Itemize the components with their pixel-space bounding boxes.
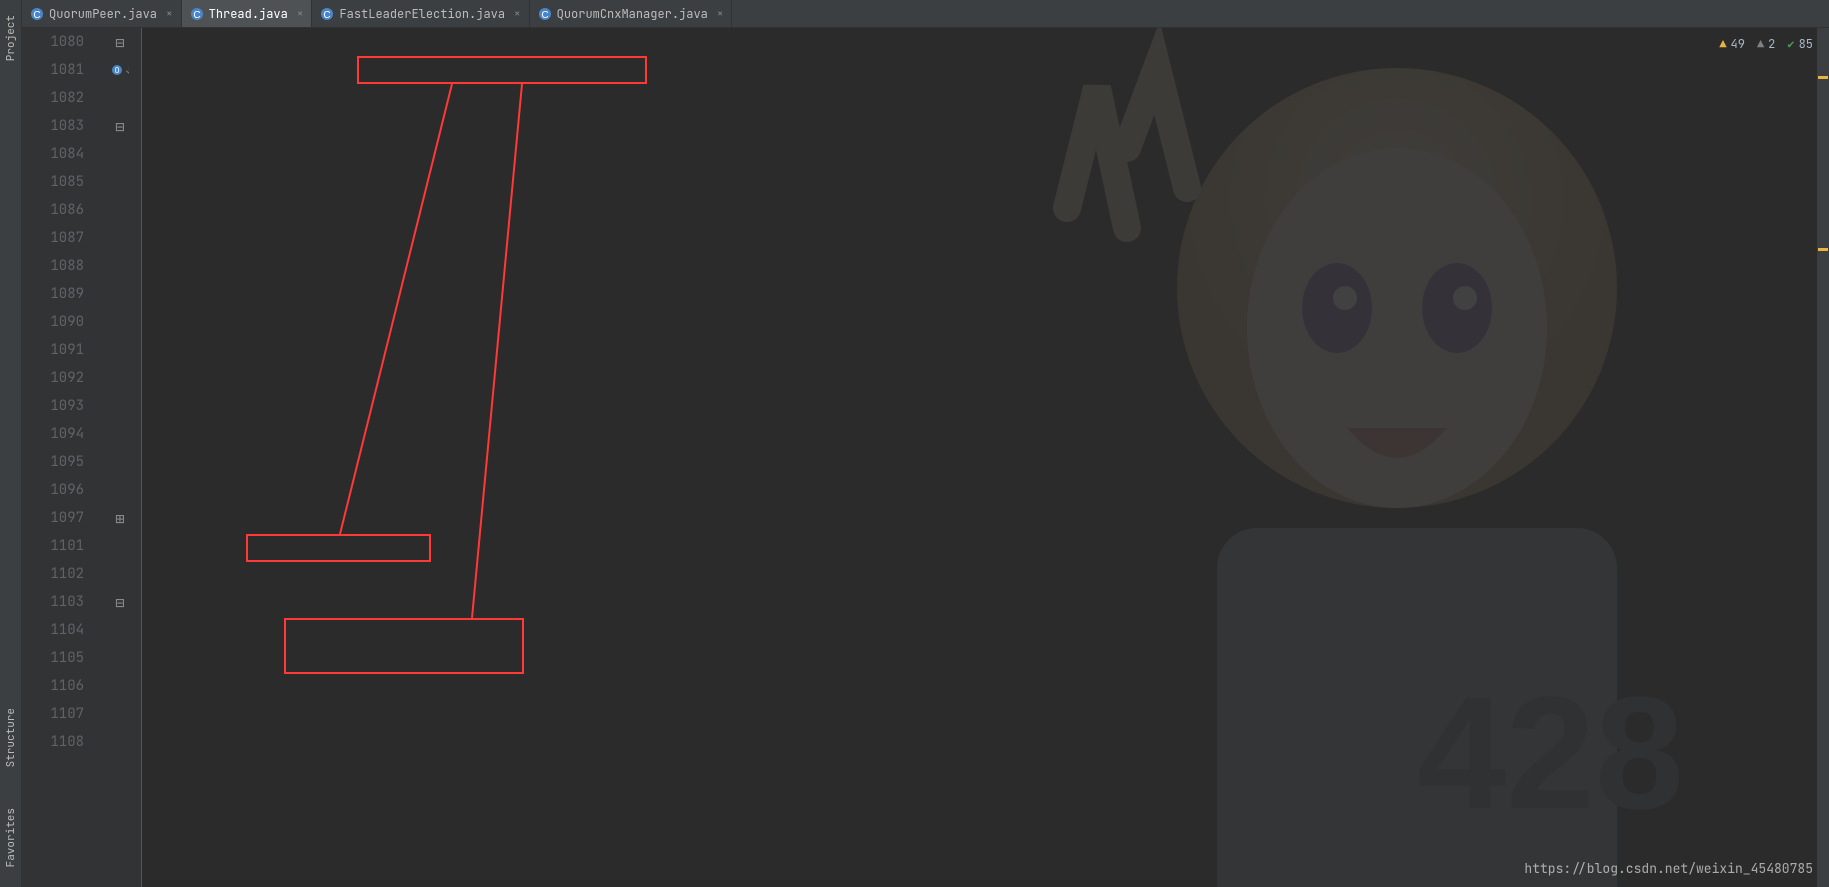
sidebar-tab-structure[interactable]: Structure — [2, 698, 20, 777]
line-number: 1083 — [22, 117, 92, 135]
override-icon[interactable]: O↓ — [100, 63, 140, 77]
close-icon[interactable]: × — [717, 7, 724, 21]
line-number: 1087 — [22, 229, 92, 247]
line-number: 1104 — [22, 621, 92, 639]
svg-text:428: 428 — [1417, 663, 1684, 842]
tab-quorumpeer[interactable]: C QuorumPeer.java × — [22, 0, 182, 27]
structure-label: Structure — [4, 708, 18, 767]
sidebar-tab-favorites[interactable]: Favorites — [2, 798, 20, 877]
line-number: 1088 — [22, 257, 92, 275]
tab-label: QuorumCnxManager.java — [557, 6, 708, 22]
svg-text:O: O — [115, 66, 120, 76]
line-number: 1095 — [22, 453, 92, 471]
svg-text:C: C — [193, 10, 200, 21]
line-number: 1085 — [22, 173, 92, 191]
tab-thread[interactable]: C Thread.java × — [182, 0, 313, 27]
weak-warning-count: ▲2 — [1757, 36, 1775, 52]
fold-plus-icon[interactable]: ⊞ — [100, 508, 140, 529]
svg-text:C: C — [33, 10, 40, 21]
tab-label: Thread.java — [209, 6, 288, 22]
tab-fastleaderelection[interactable]: C FastLeaderElection.java × — [312, 0, 529, 27]
line-number: 1105 — [22, 649, 92, 667]
scrollbar[interactable] — [1817, 28, 1829, 887]
class-icon: C — [190, 7, 204, 21]
inspection-status[interactable]: ▲49 ▲2 ✔85 — [1719, 36, 1813, 52]
tab-quorumcnxmanager[interactable]: C QuorumCnxManager.java × — [530, 0, 733, 27]
svg-text:C: C — [541, 10, 548, 21]
gutter: 1080⊟ 1081O↓ 1082 1083⊟ 1084 1085 1086 1… — [22, 28, 142, 887]
line-number: 1080 — [22, 33, 92, 51]
line-number: 1096 — [22, 481, 92, 499]
line-number: 1090 — [22, 313, 92, 331]
annotation-box — [246, 534, 431, 562]
background-image: 428 — [967, 28, 1817, 887]
fold-minus-icon[interactable]: ⊟ — [100, 592, 140, 613]
line-number: 1082 — [22, 89, 92, 107]
tab-label: FastLeaderElection.java — [339, 6, 505, 22]
tab-label: QuorumPeer.java — [49, 6, 157, 22]
favorites-label: Favorites — [4, 808, 18, 867]
class-icon: C — [538, 7, 552, 21]
line-number: 1084 — [22, 145, 92, 163]
line-number: 1102 — [22, 565, 92, 583]
fold-minus-icon[interactable]: ⊟ — [100, 32, 140, 53]
line-number: 1092 — [22, 369, 92, 387]
annotation-box — [284, 618, 524, 674]
fold-minus-icon[interactable]: ⊟ — [100, 116, 140, 137]
annotation-lines — [22, 28, 1817, 887]
line-number: 1081 — [22, 61, 92, 79]
code-editor[interactable]: 428 1080⊟ 1081O↓ 1082 1083⊟ 1084 1085 10… — [22, 28, 1817, 887]
svg-text:↓: ↓ — [126, 64, 129, 77]
line-number: 1089 — [22, 285, 92, 303]
warning-count: ▲49 — [1719, 36, 1745, 52]
sidebar-tab-project[interactable]: Project — [2, 5, 20, 71]
class-icon: C — [30, 7, 44, 21]
svg-text:C: C — [324, 10, 331, 21]
line-number: 1107 — [22, 705, 92, 723]
close-icon[interactable]: × — [514, 7, 521, 21]
line-number: 1103 — [22, 593, 92, 611]
line-number: 1101 — [22, 537, 92, 555]
watermark: https://blog.csdn.net/weixin_45480785 — [1524, 860, 1813, 877]
line-number: 1097 — [22, 509, 92, 527]
line-number: 1108 — [22, 733, 92, 751]
left-sidebar: Project Structure Favorites — [0, 0, 22, 887]
line-number: 1091 — [22, 341, 92, 359]
line-number: 1094 — [22, 425, 92, 443]
project-label: Project — [4, 15, 18, 61]
line-number: 1093 — [22, 397, 92, 415]
line-number: 1106 — [22, 677, 92, 695]
editor-tabs: C QuorumPeer.java × C Thread.java × C Fa… — [22, 0, 1829, 28]
typo-count: ✔85 — [1787, 36, 1813, 52]
line-number: 1086 — [22, 201, 92, 219]
close-icon[interactable]: × — [297, 7, 304, 21]
class-icon: C — [320, 7, 334, 21]
close-icon[interactable]: × — [166, 7, 173, 21]
annotation-box — [357, 56, 647, 84]
